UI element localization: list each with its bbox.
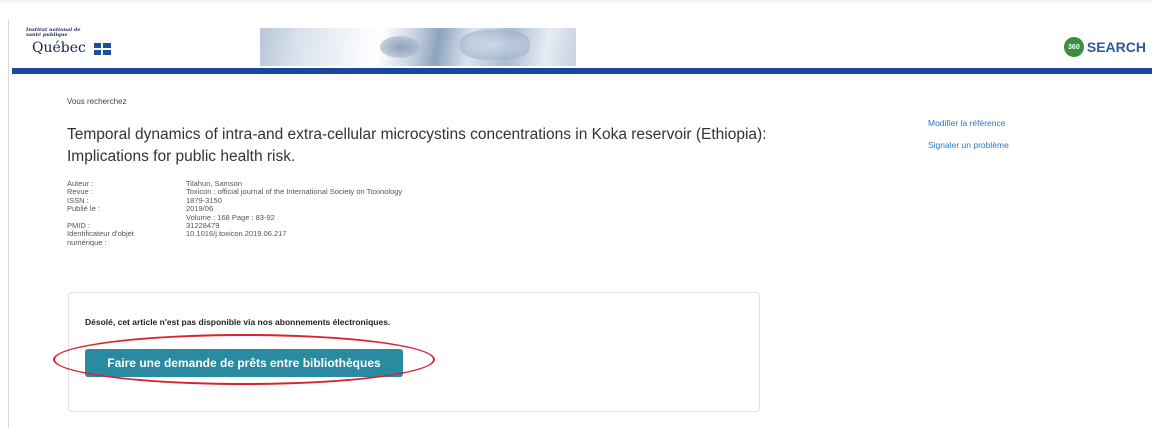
- searching-label: Vous recherchez: [67, 97, 127, 106]
- metadata-label: Publié le :: [67, 204, 100, 214]
- metadata-row: Identificateur d'objet 10.1016/j.toxicon…: [67, 229, 402, 239]
- metadata-value: 10.1016/j.toxicon.2019.06.217: [186, 229, 287, 239]
- metadata-row: Volume : 168 Page : 83-92: [67, 213, 402, 222]
- interlibrary-loan-button[interactable]: Faire une demande de prêts entre bibliot…: [85, 349, 403, 377]
- header-blue-bar: [12, 68, 1152, 74]
- side-links: Modifier la référence Signaler un problè…: [928, 118, 1009, 162]
- header-banner-image: [260, 28, 576, 66]
- metadata-label: numérique :: [67, 237, 107, 247]
- unavailable-message: Désolé, cet article n'est pas disponible…: [85, 317, 391, 327]
- report-problem-link[interactable]: Signaler un problème: [928, 140, 1009, 150]
- metadata-row: ISSN : 1879-3150: [67, 196, 402, 205]
- 360-badge-icon: 360: [1063, 37, 1084, 57]
- modify-reference-link[interactable]: Modifier la référence: [928, 118, 1009, 128]
- quebec-flag-icon: [94, 43, 111, 55]
- header: Institut national de santé publique Québ…: [12, 24, 1152, 68]
- logo-institute-text: Institut national de santé publique: [26, 27, 81, 38]
- logo-quebec-text: Québec: [32, 40, 86, 56]
- page: Institut national de santé publique Québ…: [0, 0, 1152, 428]
- metadata-row: Revue : Toxicon : official journal of th…: [67, 187, 402, 196]
- metadata-row: numérique :: [67, 237, 402, 247]
- inspq-logo[interactable]: Institut national de santé publique Québ…: [26, 28, 126, 64]
- left-border: [8, 20, 9, 428]
- top-shadow: [0, 0, 1152, 4]
- 360-search-logo: 360 SEARCH: [1063, 37, 1146, 57]
- article-title: Temporal dynamics of intra-and extra-cel…: [67, 126, 767, 165]
- article-metadata: Auteur : Tilahun, Samson Revue : Toxicon…: [67, 179, 402, 247]
- brand-text: SEARCH: [1086, 39, 1146, 55]
- availability-box: Désolé, cet article n'est pas disponible…: [68, 292, 760, 412]
